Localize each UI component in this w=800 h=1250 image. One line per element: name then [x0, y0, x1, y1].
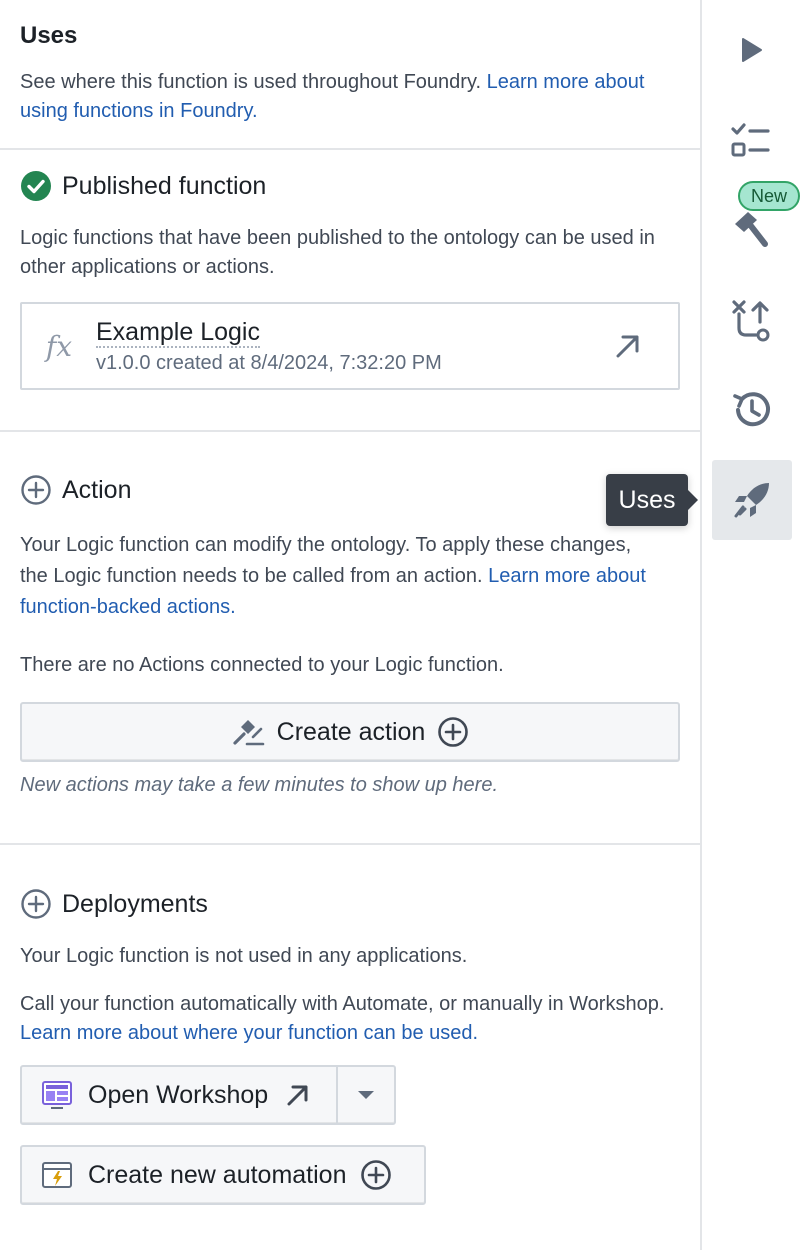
deployments-status: Your Logic function is not used in any a… [20, 945, 468, 967]
action-description: Your Logic function can modify the ontol… [20, 530, 660, 623]
published-function-heading: Published function [20, 170, 680, 202]
uses-description-text: See where this function is used througho… [20, 71, 487, 93]
divider [0, 430, 700, 432]
uses-panel: Uses See where this function is used thr… [0, 0, 700, 1250]
open-workshop-dropdown-button[interactable] [336, 1065, 396, 1125]
deployments-description-text: Call your function automatically with Au… [20, 993, 665, 1015]
caret-down-icon [357, 1089, 375, 1101]
hammer-edit-icon [231, 716, 265, 748]
published-function-title: Published function [62, 171, 267, 200]
published-function-card[interactable]: fx Example Logic v1.0.0 created at 8/4/2… [20, 302, 680, 390]
create-action-button[interactable]: Create action [20, 702, 680, 762]
workshop-icon [42, 1080, 72, 1110]
branching-button[interactable] [712, 280, 792, 360]
uses-description: See where this function is used througho… [20, 68, 680, 126]
divider [0, 148, 700, 150]
rocket-icon [732, 480, 772, 520]
deployments-title: Deployments [62, 889, 208, 918]
deployments-section: Deployments Your Logic function is not u… [0, 888, 700, 1048]
external-arrow-icon [284, 1081, 312, 1109]
add-circle-icon [437, 716, 469, 748]
action-heading[interactable]: Action [20, 474, 680, 506]
create-action-label: Create action [276, 717, 426, 746]
deployments-heading[interactable]: Deployments [20, 888, 680, 920]
add-circle-icon[interactable] [20, 474, 52, 506]
function-card-body: Example Logic v1.0.0 created at 8/4/2024… [96, 318, 442, 375]
add-circle-icon [360, 1159, 392, 1191]
action-title: Action [62, 475, 132, 504]
history-icon [730, 388, 774, 432]
open-workshop-button[interactable]: Open Workshop [20, 1065, 338, 1125]
play-icon [739, 35, 765, 65]
published-description: Logic functions that have been published… [20, 227, 655, 278]
uses-tooltip: Uses [606, 474, 698, 526]
check-circle-icon [20, 170, 52, 202]
function-name[interactable]: Example Logic [96, 318, 260, 348]
open-workshop-label: Open Workshop [88, 1080, 269, 1109]
action-section: Action Your Logic function can modify th… [0, 474, 700, 680]
create-automation-button[interactable]: Create new automation [20, 1145, 426, 1205]
panel-title: Uses [20, 22, 78, 49]
no-actions-text: There are no Actions connected to your L… [20, 654, 504, 676]
tests-button[interactable] [712, 100, 792, 180]
uses-header: Uses See where this function is used thr… [0, 22, 700, 126]
history-button[interactable] [712, 370, 792, 450]
add-circle-icon[interactable] [20, 888, 52, 920]
merge-icon [730, 298, 774, 342]
create-automation-label: Create new automation [88, 1160, 347, 1189]
new-badge: New [738, 181, 800, 211]
published-function-section: Published function Logic functions that … [0, 170, 700, 282]
function-version-meta: v1.0.0 created at 8/4/2024, 7:32:20 PM [96, 351, 442, 374]
new-actions-note: New actions may take a few minutes to sh… [20, 774, 499, 796]
divider [0, 843, 700, 845]
hammer-icon [731, 206, 773, 250]
uses-button[interactable] [712, 460, 792, 540]
checklist-icon [730, 120, 774, 160]
open-arrow-icon[interactable] [612, 330, 644, 362]
function-icon: fx [45, 329, 73, 363]
deployments-description: Call your function automatically with Au… [20, 990, 680, 1048]
learn-more-usage-link[interactable]: Learn more about where your function can… [20, 1022, 478, 1044]
automate-icon [42, 1161, 72, 1189]
run-button[interactable] [712, 10, 792, 90]
